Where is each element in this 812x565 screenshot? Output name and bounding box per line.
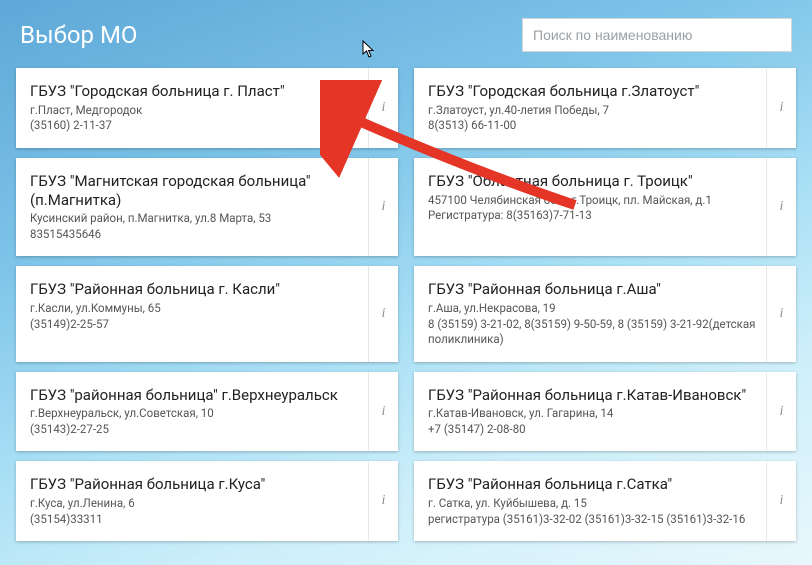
- org-address: г.Пласт, Медгородок: [30, 103, 358, 119]
- org-name: ГБУЗ "Районная больница г.Аша": [428, 280, 756, 299]
- org-phone: (35154)33311: [30, 512, 358, 528]
- org-name: ГБУЗ "районная больница" г.Верхнеуральск: [30, 386, 358, 405]
- org-address: г.Касли, ул.Коммуны, 65: [30, 301, 358, 317]
- org-phone: (35160) 2-11-37: [30, 118, 358, 134]
- org-phone: +7 (35147) 2-08-80: [428, 422, 756, 438]
- org-name: ГБУЗ "Районная больница г.Куса": [30, 475, 358, 494]
- info-icon[interactable]: i: [766, 68, 796, 148]
- org-grid: ГБУЗ "Городская больница г. Пласт" г.Пла…: [0, 62, 812, 557]
- org-name: ГБУЗ "Городская больница г. Пласт": [30, 82, 358, 101]
- org-phone: регистратура (35161)3-32-02 (35161)3-32-…: [428, 512, 756, 528]
- info-icon[interactable]: i: [766, 372, 796, 452]
- info-icon[interactable]: i: [766, 461, 796, 541]
- org-address: Кусинский район, п.Магнитка, ул.8 Марта,…: [30, 211, 358, 227]
- info-icon[interactable]: i: [368, 68, 398, 148]
- page-title: Выбор МО: [20, 21, 137, 49]
- org-phone: Регистратура: 8(35163)7-71-13: [428, 208, 756, 224]
- org-address: г. Сатка, ул. Куйбышева, д. 15: [428, 496, 756, 512]
- org-name: ГБУЗ "Районная больница г.Сатка": [428, 475, 756, 494]
- org-phone: (35143)2-27-25: [30, 422, 358, 438]
- org-phone: (35149)2-25-57: [30, 317, 358, 333]
- info-icon[interactable]: i: [368, 266, 398, 361]
- org-address: г.Верхнеуральск, ул.Советская, 10: [30, 406, 358, 422]
- info-icon[interactable]: i: [368, 372, 398, 452]
- info-icon[interactable]: i: [766, 158, 796, 257]
- org-address: г.Аша, ул.Некрасова, 19: [428, 301, 756, 317]
- org-address: 457100 Челябинская обл., г.Троицк, пл. М…: [428, 193, 756, 209]
- org-name: ГБУЗ "Магнитская городская больница" (п.…: [30, 172, 358, 210]
- org-card[interactable]: ГБУЗ "Магнитская городская больница" (п.…: [16, 158, 398, 257]
- info-icon[interactable]: i: [368, 158, 398, 257]
- org-phone: 83515435646: [30, 227, 358, 243]
- org-address: г.Куса, ул.Ленина, 6: [30, 496, 358, 512]
- org-card[interactable]: ГБУЗ "Областная больница г. Троицк" 4571…: [414, 158, 796, 257]
- org-card[interactable]: ГБУЗ "Районная больница г.Аша" г.Аша, ул…: [414, 266, 796, 361]
- org-card[interactable]: ГБУЗ "Районная больница г.Катав-Ивановск…: [414, 372, 796, 452]
- info-icon[interactable]: i: [766, 266, 796, 361]
- org-card[interactable]: ГБУЗ "Городская больница г.Златоуст" г.З…: [414, 68, 796, 148]
- org-name: ГБУЗ "Районная больница г.Катав-Ивановск…: [428, 386, 756, 405]
- org-card[interactable]: ГБУЗ "Районная больница г.Куса" г.Куса, …: [16, 461, 398, 541]
- org-name: ГБУЗ "Городская больница г.Златоуст": [428, 82, 756, 101]
- org-phone: 8 (35159) 3-21-02, 8(35159) 9-50-59, 8 (…: [428, 317, 756, 348]
- org-address: г.Катав-Ивановск, ул. Гагарина, 14: [428, 406, 756, 422]
- org-address: г.Златоуст, ул.40-летия Победы, 7: [428, 103, 756, 119]
- org-card[interactable]: ГБУЗ "Районная больница г.Сатка" г. Сатк…: [414, 461, 796, 541]
- org-card[interactable]: ГБУЗ "Районная больница г. Касли" г.Касл…: [16, 266, 398, 361]
- org-card[interactable]: ГБУЗ "Городская больница г. Пласт" г.Пла…: [16, 68, 398, 148]
- info-icon[interactable]: i: [368, 461, 398, 541]
- org-card[interactable]: ГБУЗ "районная больница" г.Верхнеуральск…: [16, 372, 398, 452]
- org-name: ГБУЗ "Районная больница г. Касли": [30, 280, 358, 299]
- org-phone: 8(3513) 66-11-00: [428, 118, 756, 134]
- search-input[interactable]: [522, 18, 792, 52]
- org-name: ГБУЗ "Областная больница г. Троицк": [428, 172, 756, 191]
